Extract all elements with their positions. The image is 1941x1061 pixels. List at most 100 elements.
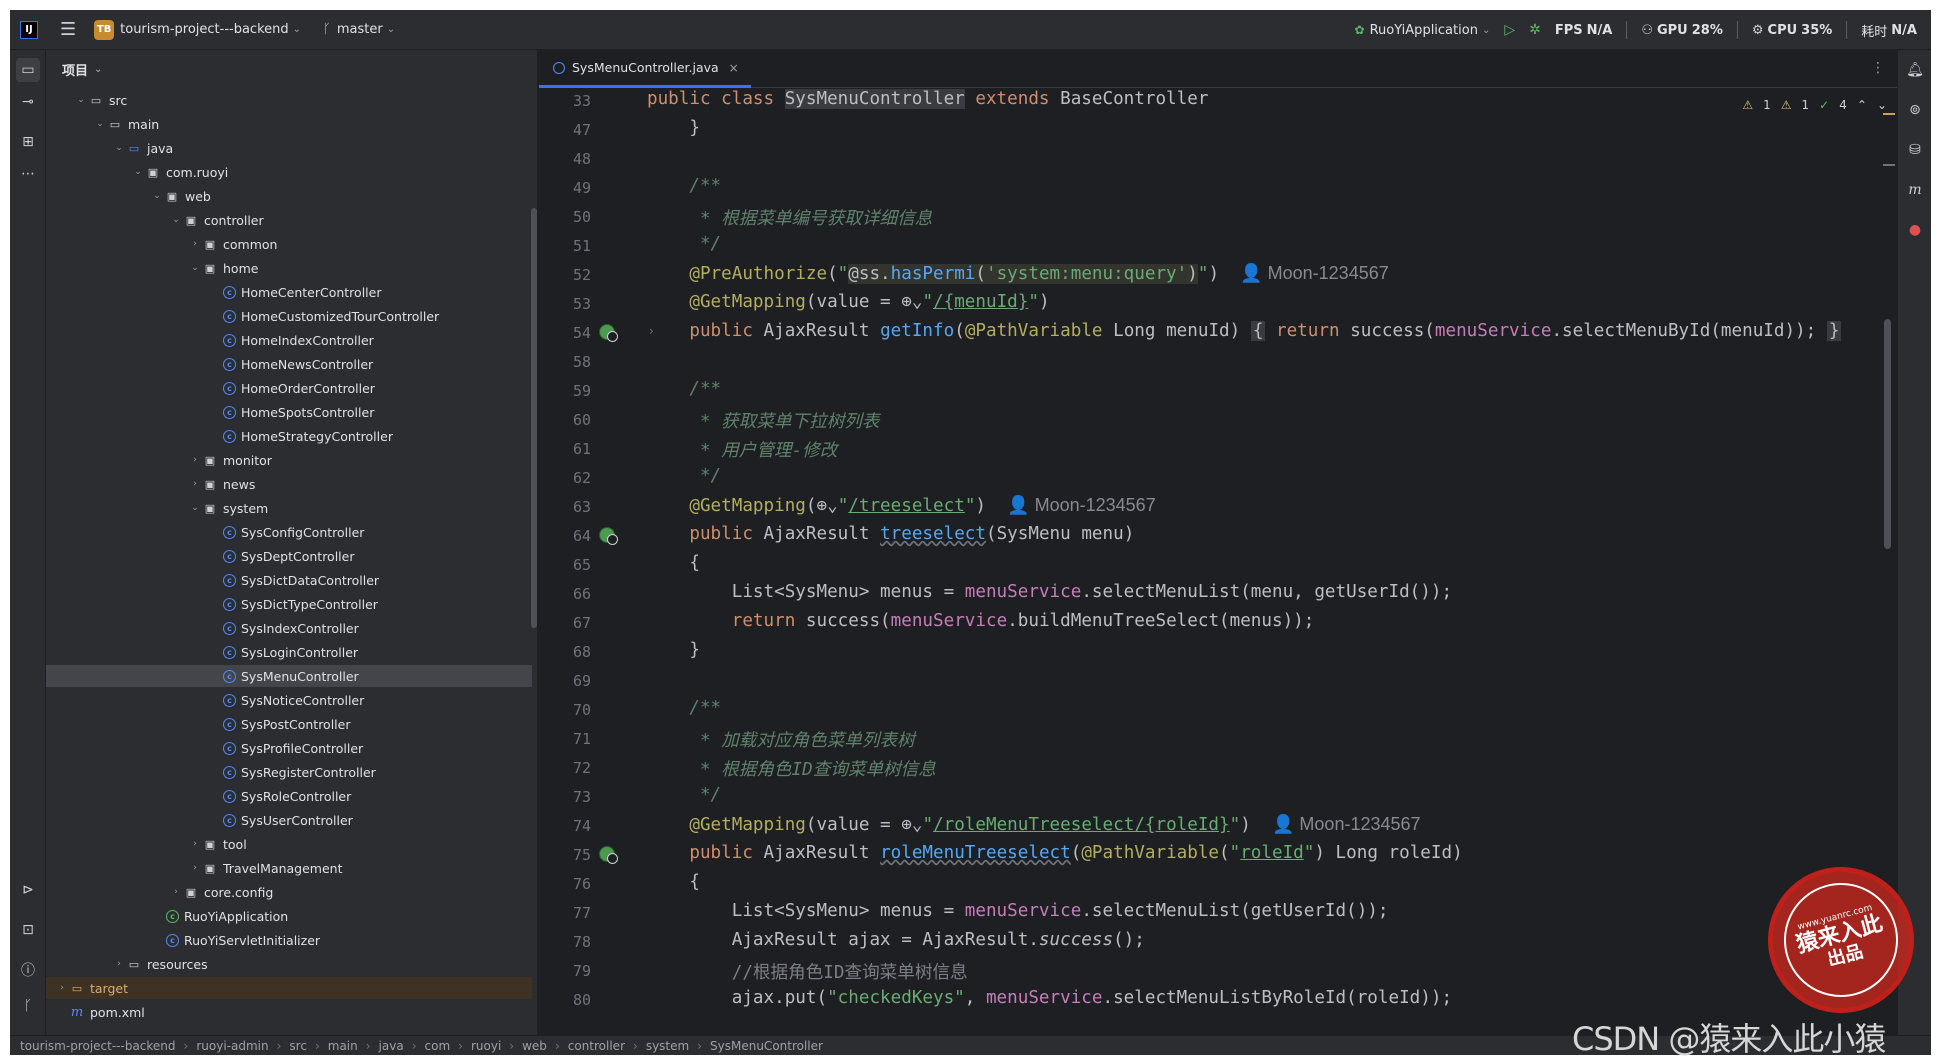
project-badge[interactable]: TB: [94, 19, 115, 40]
code-line[interactable]: /**: [647, 176, 721, 196]
tree-item[interactable]: c SysPostController: [46, 713, 532, 735]
tree-item[interactable]: › ▣ core.config: [46, 881, 532, 903]
chevron-right-icon[interactable]: ›: [55, 983, 69, 993]
code-line[interactable]: public AjaxResult roleMenuTreeselect(@Pa…: [647, 843, 1462, 863]
tree-item[interactable]: c SysConfigController: [46, 521, 532, 543]
project-scrollbar[interactable]: [531, 208, 537, 628]
chevron-right-icon[interactable]: ›: [188, 839, 202, 849]
tree-item[interactable]: › ▣ news: [46, 473, 532, 495]
endpoint-gutter-icon[interactable]: [599, 846, 618, 864]
more-tools-icon[interactable]: ⋯: [16, 162, 40, 186]
code-line[interactable]: */: [647, 785, 721, 805]
terminal-icon[interactable]: ⊡: [16, 918, 40, 942]
breadcrumb-item[interactable]: controller: [568, 1039, 625, 1053]
tree-item[interactable]: c HomeSpotsController: [46, 401, 532, 423]
code-line[interactable]: {: [647, 872, 700, 892]
breadcrumb-item[interactable]: com: [425, 1039, 451, 1053]
app-logo-icon[interactable]: IJ: [20, 20, 38, 39]
breadcrumb-item[interactable]: ruoyi: [471, 1039, 501, 1053]
tree-item[interactable]: c SysDeptController: [46, 545, 532, 567]
database-icon[interactable]: ⛁: [1903, 138, 1927, 162]
fold-arrow-icon[interactable]: ›: [649, 324, 654, 338]
tree-item[interactable]: c HomeStrategyController: [46, 425, 532, 447]
chevron-down-icon[interactable]: ⌄: [93, 119, 107, 129]
code-line[interactable]: */: [647, 234, 721, 254]
chevron-right-icon[interactable]: ›: [169, 887, 183, 897]
breadcrumb-item[interactable]: tourism-project---backend: [20, 1039, 176, 1053]
breadcrumb-item[interactable]: SysMenuController: [710, 1039, 823, 1053]
breadcrumb-item[interactable]: java: [379, 1039, 404, 1053]
tree-item[interactable]: c HomeCenterController: [46, 281, 532, 303]
tree-item[interactable]: c RuoYiServletInitializer: [46, 929, 532, 951]
tree-item[interactable]: ⌄ ▣ web: [46, 185, 532, 207]
tree-item[interactable]: c SysRoleController: [46, 785, 532, 807]
code-line[interactable]: }: [647, 118, 700, 138]
chevron-down-icon[interactable]: ⌄: [112, 143, 126, 153]
tree-item[interactable]: c SysNoticeController: [46, 689, 532, 711]
breadcrumb-item[interactable]: web: [522, 1039, 547, 1053]
code-view[interactable]: 33 47 48 49 50 51 52 53 54 58 59 60 61 62 63 64 65 66 67 68…: [539, 89, 1897, 1035]
author-hint[interactable]: 👤 Moon-1234567: [1240, 263, 1389, 283]
close-icon[interactable]: ×: [729, 61, 739, 75]
notifications-icon[interactable]: 🔔︎: [1903, 58, 1927, 82]
inspection-widget[interactable]: ⚠ 1 ⚠ 1 ✓ 4 ⌃ ⌄: [1742, 98, 1887, 112]
maven-icon[interactable]: m: [1903, 178, 1927, 202]
chevron-down-icon[interactable]: ⌄: [131, 167, 145, 177]
code-line[interactable]: }: [647, 640, 700, 660]
git-icon[interactable]: ᚴ: [16, 994, 40, 1018]
code-line[interactable]: return success(menuService.buildMenuTree…: [647, 611, 1315, 631]
tree-item[interactable]: ⌄ ▣ controller: [46, 209, 532, 231]
breadcrumb-item[interactable]: system: [646, 1039, 689, 1053]
tree-item[interactable]: c HomeIndexController: [46, 329, 532, 351]
tree-item[interactable]: ⌄ ▣ system: [46, 497, 532, 519]
chevron-down-icon[interactable]: ⌄: [150, 191, 164, 201]
services-icon[interactable]: ⊳: [16, 878, 40, 902]
tree-item[interactable]: ⌄ ▣ com.ruoyi: [46, 161, 532, 183]
code-line[interactable]: @GetMapping(value = ⊕⌄"/roleMenuTreesele…: [647, 814, 1421, 835]
code-line[interactable]: */: [647, 466, 721, 486]
code-line[interactable]: @PreAuthorize("@ss.hasPermi('system:menu…: [647, 263, 1389, 284]
git-branch-icon[interactable]: ᚴ: [323, 10, 331, 49]
more-tabs-icon[interactable]: ⋮: [1871, 60, 1885, 76]
tree-item[interactable]: ⌄ ▭ java: [46, 137, 532, 159]
code-line[interactable]: {: [647, 553, 700, 573]
tree-item[interactable]: c SysRegisterController: [46, 761, 532, 783]
tree-item[interactable]: › ▣ monitor: [46, 449, 532, 471]
tree-item[interactable]: c RuoYiApplication: [46, 905, 532, 927]
tree-item[interactable]: › ▣ TravelManagement: [46, 857, 532, 879]
tree-item[interactable]: m pom.xml: [46, 1001, 532, 1023]
chevron-right-icon[interactable]: ›: [188, 479, 202, 489]
breadcrumb-item[interactable]: ruoyi-admin: [196, 1039, 268, 1053]
tree-item[interactable]: › ▭ resources: [46, 953, 532, 975]
ai-assistant-icon[interactable]: ⊚: [1903, 98, 1927, 122]
chevron-right-icon[interactable]: ›: [188, 863, 202, 873]
code-line[interactable]: * 根据角色ID查询菜单树信息: [647, 756, 936, 781]
tree-item[interactable]: c SysIndexController: [46, 617, 532, 639]
project-panel-header[interactable]: 项目 ⌄: [46, 50, 537, 88]
chevron-right-icon[interactable]: ›: [188, 239, 202, 249]
main-menu-icon[interactable]: ☰: [60, 10, 76, 49]
code-line[interactable]: public AjaxResult treeselect(SysMenu men…: [647, 524, 1134, 544]
code-line[interactable]: //根据角色ID查询菜单树信息: [647, 959, 968, 984]
tree-item[interactable]: c SysUserController: [46, 809, 532, 831]
code-line[interactable]: List<SysMenu> menus = menuService.select…: [647, 901, 1389, 921]
chevron-up-icon[interactable]: ⌃: [1857, 98, 1867, 112]
project-selector[interactable]: tourism-project---backend ⌄: [120, 10, 301, 49]
endpoint-gutter-icon[interactable]: [599, 324, 618, 342]
tree-item[interactable]: › ▭ target: [46, 977, 532, 999]
chevron-down-icon[interactable]: ⌄: [188, 503, 202, 513]
author-hint[interactable]: 👤 Moon-1234567: [1272, 814, 1421, 834]
tree-item[interactable]: c HomeNewsController: [46, 353, 532, 375]
code-line[interactable]: public AjaxResult getInfo(@PathVariable …: [647, 321, 1842, 341]
author-hint[interactable]: 👤 Moon-1234567: [1007, 495, 1156, 515]
chevron-right-icon[interactable]: ›: [112, 959, 126, 969]
project-folder-icon[interactable]: ▭: [16, 58, 40, 82]
tree-item[interactable]: c HomeCustomizedTourController: [46, 305, 532, 327]
breadcrumb-item[interactable]: main: [328, 1039, 358, 1053]
code-line[interactable]: * 获取菜单下拉树列表: [647, 408, 880, 433]
structure-icon[interactable]: ⊞: [16, 130, 40, 154]
problems-icon[interactable]: ⓘ: [16, 958, 40, 982]
code-line[interactable]: List<SysMenu> menus = menuService.select…: [647, 582, 1452, 602]
code-line[interactable]: * 根据菜单编号获取详细信息: [647, 205, 932, 230]
info-marker[interactable]: [1883, 164, 1895, 166]
